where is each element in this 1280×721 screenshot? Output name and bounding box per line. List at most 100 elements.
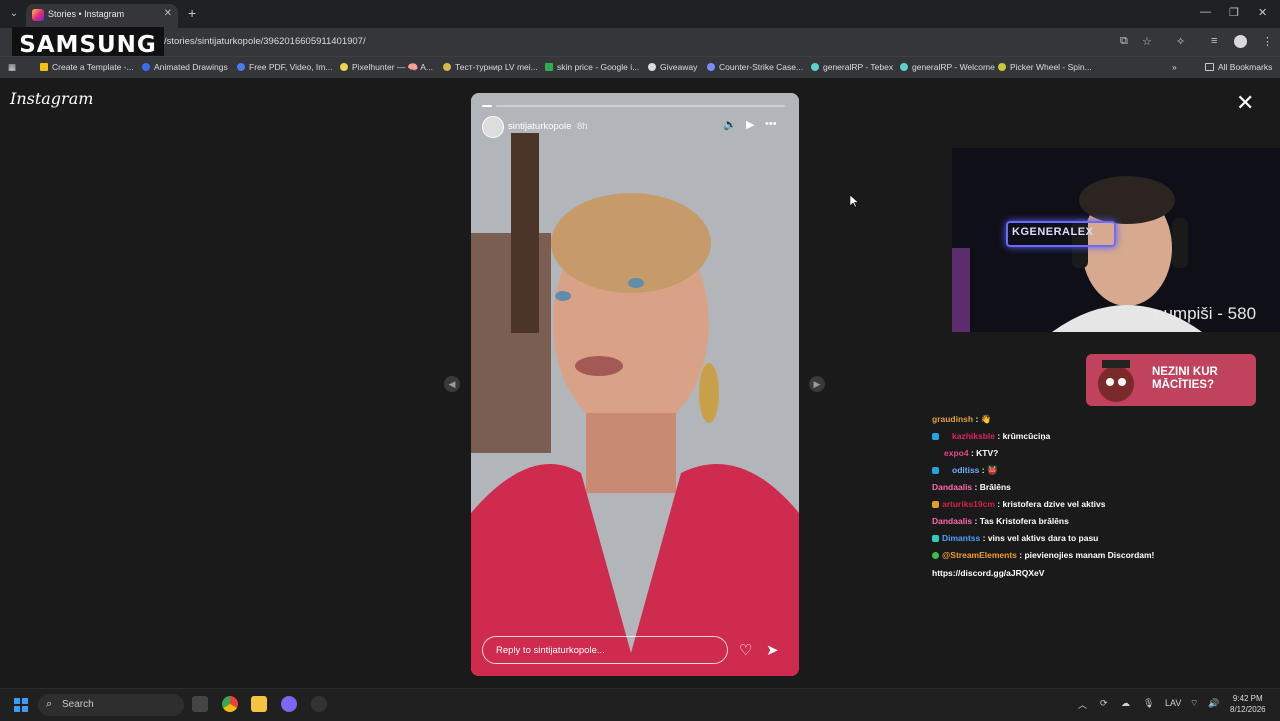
chat-username: expo4 xyxy=(944,448,969,458)
maximize-icon[interactable]: ❐ xyxy=(1229,6,1239,19)
clock-date: 8/12/2026 xyxy=(1230,705,1266,714)
browser-tab-bar: ⌄ Stories • Instagram ✕ + — ❐ ✕ xyxy=(0,0,1280,28)
bookmark-item[interactable]: Pixelhunter — 🧠 A... xyxy=(340,62,433,73)
close-stories-icon[interactable]: ✕ xyxy=(1236,92,1254,114)
chat-message: Dimantss : vins vel aktivs dara to pasu xyxy=(932,533,1272,550)
play-icon[interactable]: ▶ xyxy=(746,118,754,131)
wifi-icon[interactable]: ⌔ xyxy=(1190,698,1198,709)
story-photo xyxy=(471,93,799,676)
chat-username: Dandaalis xyxy=(932,516,973,526)
story-time: 8h xyxy=(577,121,588,132)
chat-message: expo4 : KTV? xyxy=(944,448,999,458)
install-app-icon[interactable]: ⧉ xyxy=(1120,35,1128,48)
bookmark-item[interactable]: generalRP - Tebex xyxy=(811,62,893,72)
search-icon: ⌕ xyxy=(46,698,53,710)
tray-overflow-icon[interactable]: ︿ xyxy=(1078,698,1087,711)
new-tab-plus-icon[interactable]: + xyxy=(188,5,196,21)
more-options-icon[interactable]: ••• xyxy=(765,118,777,130)
bookmark-item[interactable]: Create a Template -... xyxy=(40,62,134,72)
bookmark-item[interactable]: generalRP - Welcome xyxy=(900,62,995,72)
bookmarks-overflow-icon[interactable]: » xyxy=(1172,62,1177,72)
chat-message: Dandaalis : Brālēns xyxy=(932,482,1011,492)
bookmark-item[interactable]: Тест-турнир LV mei... xyxy=(443,62,538,72)
obs-icon[interactable] xyxy=(311,696,327,712)
windows-taskbar: ⌕ Search ︿ ⟳ ☁ 🎙 LAV ⌔ 🔊 9:42 PM 8/12/20… xyxy=(0,688,1280,721)
chat-discord-link[interactable]: https://discord.gg/aJRQXeV xyxy=(932,568,1272,578)
next-story-arrow-icon[interactable]: ▶ xyxy=(809,376,825,392)
taskbar-clock[interactable]: 9:42 PM 8/12/2026 xyxy=(1230,693,1266,715)
chat-text: 👋 xyxy=(980,414,992,424)
promo-banner: NEZINI KUR MĀCĪTIES? xyxy=(1086,354,1256,406)
minimize-icon[interactable]: — xyxy=(1200,6,1211,18)
reply-input[interactable]: Reply to sintijaturkopole... xyxy=(482,636,728,664)
apps-grid-icon[interactable]: ▦ xyxy=(8,62,16,73)
mascot-icon xyxy=(1098,360,1134,402)
chat-message: @StreamElements : pievienojies manam Dis… xyxy=(932,550,1272,567)
tab-close-icon[interactable]: ✕ xyxy=(164,8,172,19)
extensions-icon[interactable]: ✧ xyxy=(1176,35,1185,48)
bookmark-item[interactable]: Free PDF, Video, Im... xyxy=(237,62,332,72)
story-progress-bar xyxy=(482,105,788,107)
chat-message: kazhiksble : krūmcūciņa xyxy=(932,431,1272,448)
instagram-logo[interactable]: Instagram xyxy=(10,89,93,108)
chat-username: oditiss xyxy=(952,465,980,475)
chat-text: pievienojies manam Discordam! xyxy=(1024,550,1155,560)
file-explorer-icon[interactable] xyxy=(251,696,267,712)
previous-story-arrow-icon[interactable]: ◀ xyxy=(444,376,460,392)
chat-text: krūmcūciņa xyxy=(1002,431,1051,441)
bookmarks-bar: ▦ Create a Template -... Animated Drawin… xyxy=(0,56,1280,79)
promo-text: NEZINI KUR MĀCĪTIES? xyxy=(1152,366,1218,391)
tab-instagram-stories[interactable]: Stories • Instagram ✕ xyxy=(26,4,178,28)
chat-text: KTV? xyxy=(976,448,999,458)
address-bar: /stories/sintijaturkopole/39620166059114… xyxy=(0,28,1280,56)
instagram-favicon-icon xyxy=(32,9,44,21)
share-send-icon[interactable]: ➤ xyxy=(766,641,779,659)
network-icon[interactable]: ☁ xyxy=(1121,698,1130,709)
stream-chat: graudinsh : 👋 kazhiksble : krūmcūciņa ex… xyxy=(932,414,1272,578)
chrome-icon[interactable] xyxy=(222,696,238,712)
bookmark-item[interactable]: Counter-Strike Case... xyxy=(707,62,803,72)
chat-username: arturiks19cm xyxy=(942,499,995,509)
profile-avatar[interactable] xyxy=(1234,35,1247,48)
sync-icon[interactable]: ⟳ xyxy=(1100,698,1108,709)
language-indicator[interactable]: LAV xyxy=(1165,698,1181,708)
mouse-cursor-icon xyxy=(849,194,860,213)
like-heart-icon[interactable]: ♡ xyxy=(739,641,752,659)
window-close-icon[interactable]: ✕ xyxy=(1258,6,1267,19)
chat-username: graudinsh xyxy=(932,414,974,424)
neon-sign-text: KGENERALEX xyxy=(1012,226,1094,238)
bookmark-item[interactable]: Animated Drawings xyxy=(142,62,228,72)
chat-message: arturiks19cm : kristofera dzive vel akti… xyxy=(932,499,1272,516)
bookmark-item[interactable]: skin price - Google i... xyxy=(545,62,639,72)
chat-text: 👹 xyxy=(986,465,998,475)
story-user-avatar[interactable] xyxy=(482,116,504,138)
chat-text: vins vel aktivs dara to pasu xyxy=(987,533,1099,543)
discord-icon[interactable] xyxy=(281,696,297,712)
task-view-icon[interactable] xyxy=(192,696,208,712)
mute-icon[interactable]: 🔈 xyxy=(723,118,737,131)
reply-placeholder: Reply to sintijaturkopole... xyxy=(496,645,605,656)
webcam-label: pumpiši - 580 xyxy=(1154,304,1257,323)
all-bookmarks-folder[interactable]: All Bookmarks xyxy=(1205,62,1272,72)
chat-message: graudinsh : 👋 xyxy=(932,414,992,424)
chat-message: oditiss : 👹 xyxy=(932,465,1272,482)
chat-username: Dimantss xyxy=(942,533,981,543)
taskbar-search-label: Search xyxy=(62,699,94,710)
chat-text: Brālēns xyxy=(979,482,1011,492)
chat-text: Tas Kristofera brālēns xyxy=(979,516,1069,526)
taskbar-search[interactable]: ⌕ Search xyxy=(38,694,184,716)
chat-username: kazhiksble xyxy=(952,431,995,441)
windows-start-icon[interactable] xyxy=(14,698,28,712)
browser-menu-icon[interactable]: ⋮ xyxy=(1262,35,1273,48)
bookmark-item[interactable]: Giveaway xyxy=(648,62,697,72)
bookmark-star-icon[interactable]: ☆ xyxy=(1142,35,1152,48)
media-control-icon[interactable]: ≡ xyxy=(1211,35,1217,47)
story-frame[interactable]: sintijaturkopole 8h 🔈 ▶ ••• Reply to sin… xyxy=(471,93,799,676)
microphone-icon[interactable]: 🎙 xyxy=(1143,698,1154,709)
instagram-stories-page: Instagram ✕ ◀ ▶ sintijaturkopole 8h 🔈 ▶ … xyxy=(0,78,1280,688)
url-field[interactable]: /stories/sintijaturkopole/39620166059114… xyxy=(164,36,366,47)
bookmark-item[interactable]: Picker Wheel - Spin... xyxy=(998,62,1092,72)
tab-search-chevron-icon[interactable]: ⌄ xyxy=(6,6,22,22)
volume-icon[interactable]: 🔊 xyxy=(1208,698,1219,709)
story-username[interactable]: sintijaturkopole xyxy=(508,121,571,132)
